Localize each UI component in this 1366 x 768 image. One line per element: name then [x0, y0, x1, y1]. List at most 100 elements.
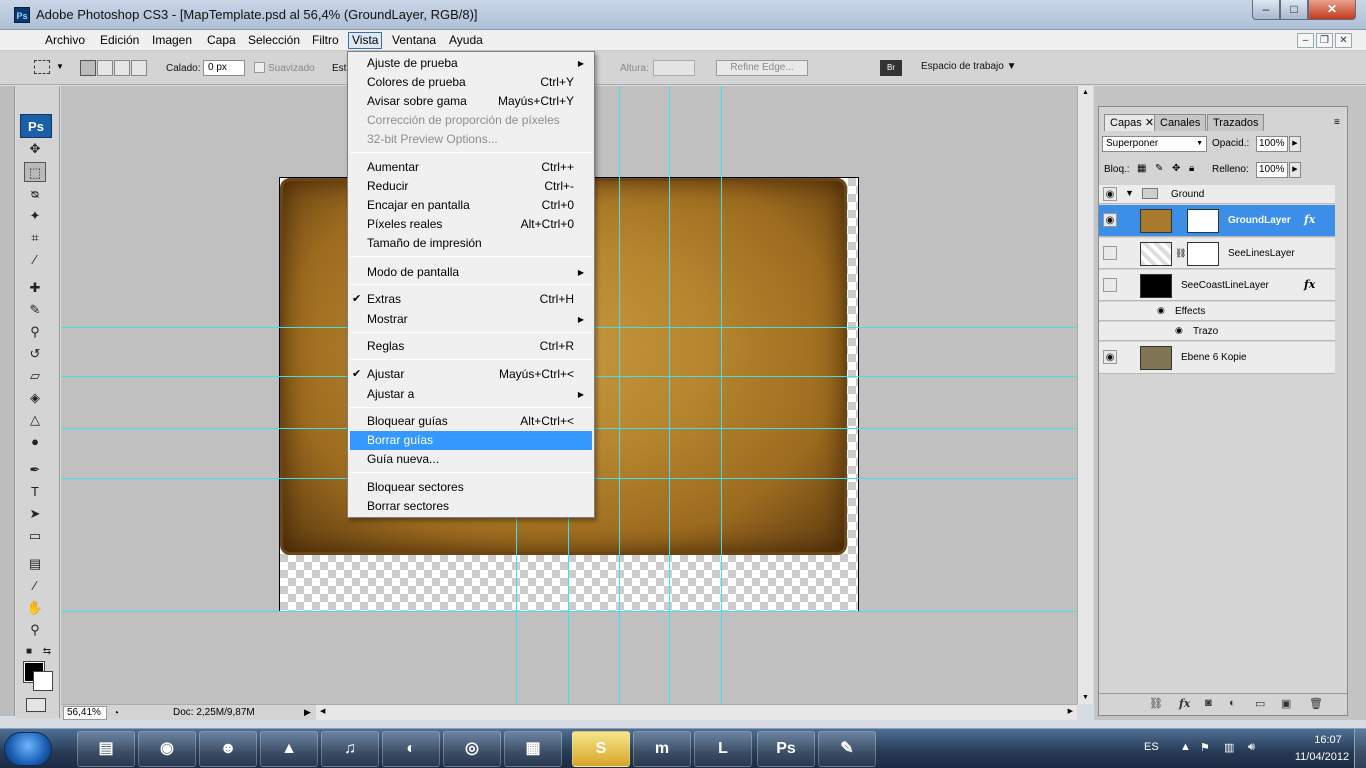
hand-tool-icon[interactable]: ✋: [24, 598, 46, 618]
opacity-slider-icon[interactable]: ▶: [1289, 136, 1301, 152]
photoshop-app-icon[interactable]: Ps: [14, 7, 30, 23]
visibility-eye-icon[interactable]: ◉: [1103, 213, 1117, 227]
menu-ventana[interactable]: Ventana: [389, 32, 439, 49]
visibility-eye-icon[interactable]: ◉: [1103, 187, 1117, 201]
dodge-tool-icon[interactable]: ●: [24, 432, 46, 452]
language-indicator[interactable]: ES: [1144, 741, 1159, 753]
pen-tool-icon[interactable]: ✒: [24, 460, 46, 480]
brush-tool-icon[interactable]: ✎: [24, 300, 46, 320]
lock-pixels-icon[interactable]: ✎: [1155, 163, 1163, 174]
menu-item-pixeles-reales[interactable]: Píxeles reales Alt+Ctrl+0: [350, 215, 592, 234]
rect-marquee-preset-icon[interactable]: [34, 60, 50, 74]
quick-mask-icon[interactable]: [26, 698, 46, 712]
scroll-right-icon[interactable]: ▶: [1068, 707, 1073, 715]
effects-eye-icon[interactable]: ◉: [1157, 305, 1165, 316]
zoom-field[interactable]: 56,41%: [63, 706, 107, 720]
clone-stamp-icon[interactable]: ⚲: [24, 322, 46, 342]
network-icon[interactable]: ▥: [1224, 741, 1234, 754]
link-layers-icon[interactable]: ⛓: [1149, 697, 1163, 710]
tab-capas[interactable]: Capas ✕: [1104, 114, 1161, 131]
adjustment-layer-icon[interactable]: ◐: [1229, 697, 1236, 709]
layer-mask-thumbnail[interactable]: [1187, 209, 1219, 233]
itunes-taskbar-icon[interactable]: ♫: [321, 731, 379, 767]
skype-taskbar-icon[interactable]: S: [572, 731, 630, 767]
lock-all-icon[interactable]: 🔒︎: [1189, 163, 1194, 174]
layer-mask-thumbnail[interactable]: [1187, 242, 1219, 266]
menu-seleccion[interactable]: Selección: [245, 32, 303, 49]
menu-item-tamano-de-impresion[interactable]: Tamaño de impresión: [350, 234, 592, 253]
tab-trazados[interactable]: Trazados: [1207, 114, 1265, 131]
media-center-taskbar-icon[interactable]: ▦: [504, 731, 562, 767]
add-style-icon[interactable]: fx: [1179, 697, 1190, 710]
fill-input[interactable]: 100%: [1256, 162, 1288, 178]
path-selection-icon[interactable]: ➤: [24, 504, 46, 524]
menu-archivo[interactable]: Archivo: [42, 32, 88, 49]
menu-vista[interactable]: Vista: [348, 32, 383, 49]
scroll-down-icon[interactable]: ▼: [1082, 694, 1089, 701]
clock-time[interactable]: 16:07: [1298, 734, 1358, 746]
paint-taskbar-icon[interactable]: ✎: [818, 731, 876, 767]
mumble-taskbar-icon[interactable]: m: [633, 731, 691, 767]
workspace-dropdown[interactable]: Espacio de trabajo ▼: [921, 61, 1017, 72]
vertical-scrollbar[interactable]: ▲ ▼: [1077, 86, 1093, 704]
preset-dropdown-icon[interactable]: ▼: [56, 62, 64, 71]
menu-item-ajustar-a[interactable]: Ajustar a ▶: [350, 385, 592, 404]
volume-icon[interactable]: 🔊︎: [1248, 741, 1255, 754]
menu-item-bloquear-guias[interactable]: Bloquear guías Alt+Ctrl+<: [350, 412, 592, 431]
menu-filtro[interactable]: Filtro: [309, 32, 342, 49]
scroll-left-icon[interactable]: ◀: [320, 707, 325, 715]
menu-item-mostrar[interactable]: Mostrar ▶: [350, 310, 592, 329]
add-selection-icon[interactable]: [97, 60, 113, 76]
menu-item-avisar-sobre-gama[interactable]: Avisar sobre gama Mayús+Ctrl+Y: [350, 92, 592, 111]
shape-tool-icon[interactable]: ▭: [24, 526, 46, 546]
eraser-tool-icon[interactable]: ▱: [24, 366, 46, 386]
lock-transparency-icon[interactable]: ▦: [1137, 163, 1146, 174]
explorer-taskbar-icon[interactable]: ▤: [77, 731, 135, 767]
close-button[interactable]: ✕: [1308, 0, 1356, 20]
feather-input[interactable]: 0 px: [203, 60, 245, 76]
menu-item-reducir[interactable]: Reducir Ctrl+-: [350, 177, 592, 196]
photoshop-taskbar-icon[interactable]: Ps: [757, 731, 815, 767]
menu-item-extras[interactable]: ✔ Extras Ctrl+H: [350, 290, 592, 309]
blur-tool-icon[interactable]: △: [24, 410, 46, 430]
clock-date[interactable]: 11/04/2012: [1280, 751, 1364, 763]
status-menu-arrow-icon[interactable]: ▶: [304, 705, 311, 720]
layer-seecoastlinelayer[interactable]: ◉ SeeCoastLineLayer fx: [1099, 270, 1335, 301]
game-taskbar-icon[interactable]: ☻: [199, 731, 257, 767]
show-desktop-button[interactable]: [1354, 729, 1366, 768]
zoom-tool-icon[interactable]: ⚲: [24, 620, 46, 640]
menu-item-aumentar[interactable]: Aumentar Ctrl++: [350, 158, 592, 177]
steam-taskbar-icon[interactable]: ◐: [382, 731, 440, 767]
tray-flag-icon[interactable]: ⚑: [1200, 741, 1210, 754]
subtract-selection-icon[interactable]: [114, 60, 130, 76]
bridge-icon[interactable]: Br: [880, 60, 902, 76]
doc-minimize-icon[interactable]: –: [1297, 33, 1314, 48]
layer-effects[interactable]: ◉ Effects: [1099, 302, 1335, 321]
blend-mode-select[interactable]: Superponer ▼: [1102, 136, 1207, 152]
minimize-button[interactable]: –: [1252, 0, 1280, 20]
antialias-checkbox[interactable]: [254, 62, 265, 73]
status-info-icon[interactable]: ◔: [113, 706, 119, 721]
lock-position-icon[interactable]: ✥: [1172, 163, 1180, 174]
layer-groundlayer[interactable]: ◉ GroundLayer fx: [1099, 205, 1335, 237]
add-mask-icon[interactable]: ◙: [1205, 697, 1212, 709]
menu-item-borrar-sectores[interactable]: Borrar sectores: [350, 497, 592, 516]
new-group-icon[interactable]: ▭: [1255, 697, 1265, 710]
layer-group-ground[interactable]: ◉ ▼ Ground: [1099, 185, 1335, 204]
scroll-up-icon[interactable]: ▲: [1082, 89, 1089, 96]
visibility-eye-icon[interactable]: ◉: [1103, 246, 1117, 260]
paint-bucket-icon[interactable]: ◈: [24, 388, 46, 408]
move-tool-icon[interactable]: ✥: [24, 139, 46, 159]
lasso-tool-icon[interactable]: ᴓ: [24, 184, 46, 204]
group-expand-icon[interactable]: ▼: [1125, 188, 1134, 198]
guide-horizontal[interactable]: [61, 611, 1077, 612]
menu-item-bloquear-sectores[interactable]: Bloquear sectores: [350, 478, 592, 497]
fx-icon[interactable]: fx: [1304, 213, 1315, 226]
opacity-input[interactable]: 100%: [1256, 136, 1288, 152]
slice-tool-icon[interactable]: ∕: [24, 250, 46, 270]
menu-item-ajustar[interactable]: ✔ Ajustar Mayús+Ctrl+<: [350, 365, 592, 384]
magic-wand-tool-icon[interactable]: ✦: [24, 206, 46, 226]
left-panel-grip[interactable]: [0, 86, 15, 716]
menu-item-reglas[interactable]: Reglas Ctrl+R: [350, 337, 592, 356]
menu-item-borrar-guias[interactable]: Borrar guías: [350, 431, 592, 450]
